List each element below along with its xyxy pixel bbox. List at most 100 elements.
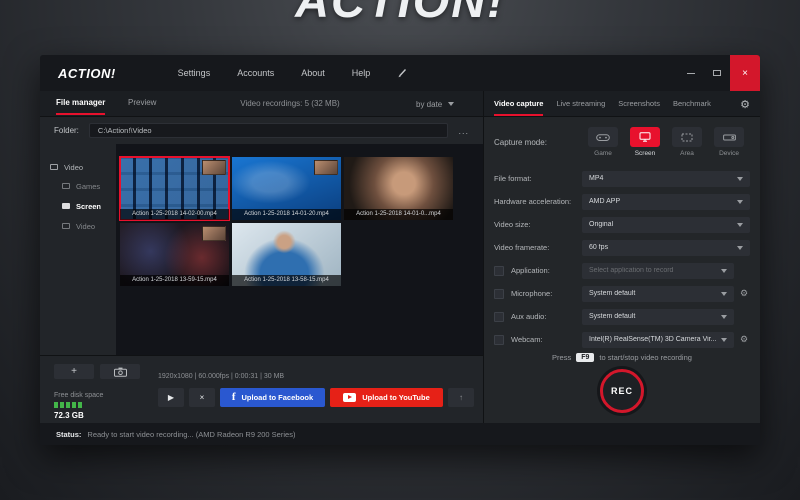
tab-live-streaming[interactable]: Live streaming — [556, 92, 605, 116]
capture-mode-area[interactable]: Area — [666, 127, 708, 157]
close-button[interactable]: × — [730, 55, 760, 91]
application-dropdown[interactable]: Select application to record — [582, 262, 734, 279]
free-disk-space-value: 72.3 GB — [54, 411, 84, 420]
file-format-dropdown[interactable]: MP4 — [582, 170, 750, 187]
recording-thumbnail[interactable]: Action 1-25-2018 13-59-15.mp4 — [120, 223, 229, 286]
chevron-down-icon — [737, 199, 743, 204]
tree-item-screen[interactable]: Screen — [40, 196, 116, 216]
webcam-inset — [314, 160, 338, 175]
capture-mode-screen[interactable]: Screen — [624, 127, 666, 157]
folder-label: Folder: — [54, 126, 79, 135]
recordings-grid: Action 1-25-2018 14-02-00.mp4 Action 1-2… — [116, 144, 483, 355]
camera-icon — [113, 367, 127, 377]
recordings-summary: Video recordings: 5 (32 MB) — [240, 99, 340, 108]
games-icon — [62, 183, 70, 189]
webcam-gear-icon[interactable]: ⚙ — [738, 334, 750, 345]
maximize-icon — [713, 70, 721, 76]
video-capture-panel: Capture mode: Game Screen Area Device Fi… — [483, 117, 760, 423]
sort-label: by date — [416, 99, 443, 109]
microphone-gear-icon[interactable]: ⚙ — [738, 288, 750, 299]
recording-caption: Action 1-25-2018 13-58-15.mp4 — [232, 275, 341, 286]
capture-mode-row: Capture mode: Game Screen Area Device — [484, 117, 760, 167]
monitor-icon — [639, 132, 651, 142]
setting-label: Application: — [511, 266, 550, 275]
facebook-button-label: Upload to Facebook — [241, 393, 314, 402]
mode-label: Area — [680, 150, 694, 157]
menu-accounts[interactable]: Accounts — [237, 68, 274, 78]
upload-youtube-button[interactable]: Upload to YouTube — [330, 388, 443, 407]
sort-by-date-dropdown[interactable]: by date — [416, 91, 455, 117]
recording-thumbnail[interactable]: Action 1-25-2018 13-58-15.mp4 — [232, 223, 341, 286]
capture-mode-device[interactable]: Device — [708, 127, 750, 157]
menu-about[interactable]: About — [301, 68, 325, 78]
recording-thumbnail[interactable]: Action 1-25-2018 14-01-0...mp4 — [344, 157, 453, 220]
chevron-down-icon — [448, 102, 455, 106]
video-size-dropdown[interactable]: Original — [582, 216, 750, 233]
webcam-dropdown[interactable]: Intel(R) RealSense(TM) 3D Camera Vir... — [582, 331, 734, 348]
webcam-inset — [202, 226, 226, 241]
minimize-button[interactable] — [678, 55, 704, 91]
setting-label: Video size: — [494, 220, 531, 229]
rec-button-area: REC — [484, 369, 760, 413]
microphone-dropdown[interactable]: System default — [582, 285, 734, 302]
chevron-down-icon — [737, 222, 743, 227]
app-logo: ACTION! — [58, 65, 116, 81]
hotkey-key-badge: F9 — [576, 353, 595, 362]
browse-folder-button[interactable]: ... — [458, 126, 469, 136]
recording-thumbnail[interactable]: Action 1-25-2018 14-02-00.mp4 — [119, 156, 230, 221]
aux-audio-dropdown[interactable]: System default — [582, 308, 734, 325]
upload-facebook-button[interactable]: f Upload to Facebook — [220, 388, 325, 407]
minimize-icon — [687, 72, 695, 74]
settings-gear-icon[interactable]: ⚙ — [740, 98, 750, 111]
folder-path-input[interactable]: C:\Action!\Video — [88, 123, 449, 138]
tree-root-video[interactable]: Video — [40, 158, 116, 176]
setting-label: Aux audio: — [511, 312, 547, 321]
recording-thumbnail[interactable]: Action 1-25-2018 14-01-20.mp4 — [232, 157, 341, 220]
tree-root-label: Video — [64, 162, 84, 172]
recording-caption: Action 1-25-2018 14-01-20.mp4 — [232, 209, 341, 220]
chevron-down-icon — [721, 291, 727, 296]
free-disk-space-label: Free disk space — [54, 392, 104, 399]
file-manager-footer: + Free disk space 72.3 GB 1920x1080 | 60… — [40, 355, 483, 423]
capture-settings-list: File format: MP4 Hardware acceleration: … — [484, 167, 760, 351]
youtube-button-label: Upload to YouTube — [362, 393, 430, 402]
tree-item-label: Video — [76, 221, 96, 231]
tab-screenshots[interactable]: Screenshots — [618, 92, 660, 116]
menu-settings[interactable]: Settings — [178, 68, 211, 78]
recording-caption: Action 1-25-2018 14-02-00.mp4 — [120, 209, 229, 220]
tab-benchmark[interactable]: Benchmark — [673, 92, 711, 116]
play-button[interactable]: ▶ — [158, 388, 184, 407]
tree-item-label: Screen — [76, 201, 102, 211]
menu-help[interactable]: Help — [352, 68, 371, 78]
tree-item-games[interactable]: Games — [40, 176, 116, 196]
window-controls: × — [678, 55, 760, 91]
application-checkbox[interactable] — [494, 265, 504, 276]
webcam-checkbox[interactable] — [494, 334, 504, 345]
add-button[interactable]: + — [54, 364, 94, 379]
maximize-button[interactable] — [704, 55, 730, 91]
tab-file-manager[interactable]: File manager — [56, 91, 106, 115]
capture-mode-game[interactable]: Game — [582, 127, 624, 157]
status-text: Ready to start video recording... (AMD R… — [87, 429, 296, 439]
microphone-checkbox[interactable] — [494, 288, 504, 299]
tab-preview[interactable]: Preview — [128, 91, 156, 115]
setting-row-video-size: Video size: Original — [484, 213, 760, 236]
hardware-acceleration-dropdown[interactable]: AMD APP — [582, 193, 750, 210]
record-hotkey-hint: Press F9 to start/stop video recording — [484, 353, 760, 362]
brush-icon[interactable] — [397, 67, 408, 80]
tab-video-capture[interactable]: Video capture — [494, 92, 544, 116]
rec-button[interactable]: REC — [600, 369, 644, 413]
video-library-icon — [50, 164, 58, 170]
tab-bar: File manager Preview Video recordings: 5… — [40, 91, 760, 117]
video-framerate-dropdown[interactable]: 60 fps — [582, 239, 750, 256]
titlebar: ACTION! Settings Accounts About Help × — [40, 55, 760, 91]
chevron-down-icon — [721, 337, 727, 342]
delete-button[interactable]: × — [189, 388, 215, 407]
tree-item-video[interactable]: Video — [40, 216, 116, 236]
background-logo: ACTION! — [295, 0, 505, 27]
import-camera-button[interactable] — [100, 364, 140, 379]
chevron-down-icon — [737, 176, 743, 181]
status-label: Status: — [56, 429, 82, 439]
upload-button[interactable]: ↑ — [448, 388, 474, 407]
aux-audio-checkbox[interactable] — [494, 311, 504, 322]
